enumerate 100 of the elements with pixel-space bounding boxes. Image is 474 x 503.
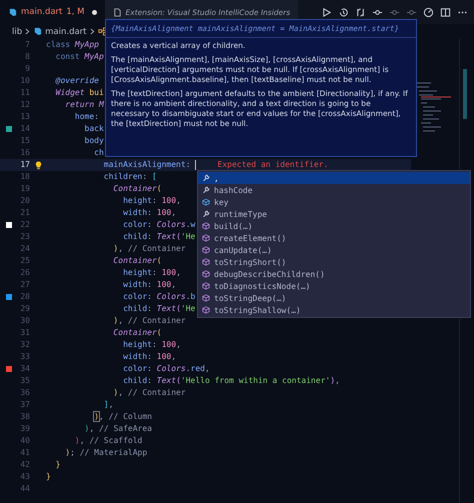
text-cursor — [194, 160, 196, 170]
line-number: 16 — [19, 147, 30, 159]
chevron-icon — [90, 28, 94, 35]
code-line: mainAxisAlignment: — [102, 159, 191, 171]
suggestion-item[interactable]: toStringShallow(…) — [198, 304, 470, 316]
code-line: home: — [74, 111, 99, 123]
wrench-icon — [202, 174, 210, 182]
cube-icon — [202, 282, 210, 290]
class-icon — [98, 27, 106, 36]
suggestion-item[interactable]: toDiagnosticsNode(…) — [198, 280, 470, 292]
cube-icon — [202, 270, 210, 278]
line-number: 37 — [19, 399, 30, 411]
line-number: 30 — [19, 315, 30, 327]
code-line: width: 100, — [122, 207, 176, 219]
line-number: 27 — [19, 279, 30, 291]
line-number: 8 — [24, 51, 30, 63]
suggestion-item[interactable]: debugDescribeChildren() — [198, 268, 470, 280]
code-line: } — [46, 471, 51, 483]
suggestion-item[interactable]: key — [198, 196, 470, 208]
code-line: height: 100, — [122, 339, 181, 351]
code-line: child: Text('Hello from within a container'), — [122, 375, 340, 387]
code-line: child: Text('He — [122, 231, 196, 243]
line-number: 44 — [19, 483, 30, 495]
code-line: body — [84, 135, 104, 147]
line-number: 28 — [19, 291, 30, 303]
line-number: 36 — [19, 387, 30, 399]
line-number: 18 — [19, 171, 30, 183]
line-number: 11 — [19, 87, 30, 99]
line-number: 31 — [19, 327, 30, 339]
line-number: 10 — [19, 75, 30, 87]
code-line: height: 100, — [122, 267, 181, 279]
code-line: color: Colors.red, — [122, 363, 210, 375]
line-number: 7 — [24, 39, 30, 51]
line-number: 23 — [19, 231, 30, 243]
scrollbar-thumb[interactable] — [463, 69, 467, 119]
code-line: children: [ — [102, 171, 157, 183]
cube-icon — [202, 246, 210, 254]
code-line: Container( — [112, 255, 162, 267]
breadcrumb-item[interactable]: lib — [12, 26, 22, 36]
wrench-icon — [202, 210, 210, 218]
code-line: ), // Scaffold — [74, 435, 142, 447]
line-number: 42 — [19, 459, 30, 471]
code-line: width: 100, — [122, 279, 176, 291]
line-number: 43 — [19, 471, 30, 483]
suggestion-item[interactable]: canUpdate(…) — [198, 244, 470, 256]
line-number: 34 — [19, 363, 30, 375]
line-number: 15 — [19, 135, 30, 147]
cube-icon — [202, 306, 210, 314]
suggestion-item[interactable]: toStringDeep(…) — [198, 292, 470, 304]
code-line: ), // Container — [112, 387, 186, 399]
code-line: return M — [64, 99, 104, 111]
breadcrumb-item[interactable]: main.dart — [45, 26, 86, 36]
code-line: ); // MaterialApp — [64, 447, 148, 459]
code-line: class MyApp — [46, 39, 99, 51]
line-number: 12 — [19, 99, 30, 111]
editor-tab[interactable]: main.dart 1, M — [0, 0, 105, 24]
cube-icon — [202, 222, 210, 230]
line-number: 40 — [19, 435, 30, 447]
cube-icon — [202, 258, 210, 266]
line-number: 22 — [19, 219, 30, 231]
code-line: color: Colors.w — [122, 219, 196, 231]
line-number: 21 — [19, 207, 30, 219]
suggestion-item[interactable]: hashCode — [198, 184, 470, 196]
chevron-icon — [25, 28, 30, 35]
line-number: 14 — [19, 123, 30, 135]
code-line: ], — [102, 399, 114, 411]
line-number: 41 — [19, 447, 30, 459]
wrench-icon — [202, 186, 210, 194]
code-line: ), // SafeArea — [84, 423, 152, 435]
code-line: ), // Column — [93, 411, 152, 423]
line-number: 25 — [19, 255, 30, 267]
code-line: } — [54, 459, 60, 471]
code-line: color: Colors.b — [122, 291, 196, 303]
line-number: 19 — [19, 183, 30, 195]
suggestion-item[interactable]: build(…) — [198, 220, 470, 232]
file-icon — [8, 8, 17, 16]
code-line: Container( — [112, 183, 162, 195]
code-line: Widget bui — [54, 87, 104, 99]
file-icon — [33, 27, 42, 36]
code-line: ), // Container — [112, 315, 186, 327]
suggestion-item[interactable]: , — [198, 172, 470, 184]
line-number: 17 — [19, 159, 30, 171]
suggestion-item[interactable]: toStringShort() — [198, 256, 470, 268]
document-icon — [112, 8, 122, 16]
line-number: 29 — [19, 303, 30, 315]
line-number: 32 — [19, 339, 30, 351]
line-number: 39 — [19, 423, 30, 435]
line-number: 38 — [19, 411, 30, 423]
code-line: ch — [93, 147, 104, 159]
code-line: back — [84, 123, 104, 135]
line-number: 13 — [19, 111, 30, 123]
line-number: 26 — [19, 267, 30, 279]
cube-icon — [202, 294, 210, 302]
error-message: Expected an identifier. — [218, 159, 328, 171]
line-number: 20 — [19, 195, 30, 207]
suggestion-item[interactable]: runtimeType — [198, 208, 470, 220]
line-number: 24 — [19, 243, 30, 255]
suggestion-item[interactable]: createElement() — [198, 232, 470, 244]
code-line: Container( — [112, 327, 162, 339]
line-number: 35 — [19, 375, 30, 387]
